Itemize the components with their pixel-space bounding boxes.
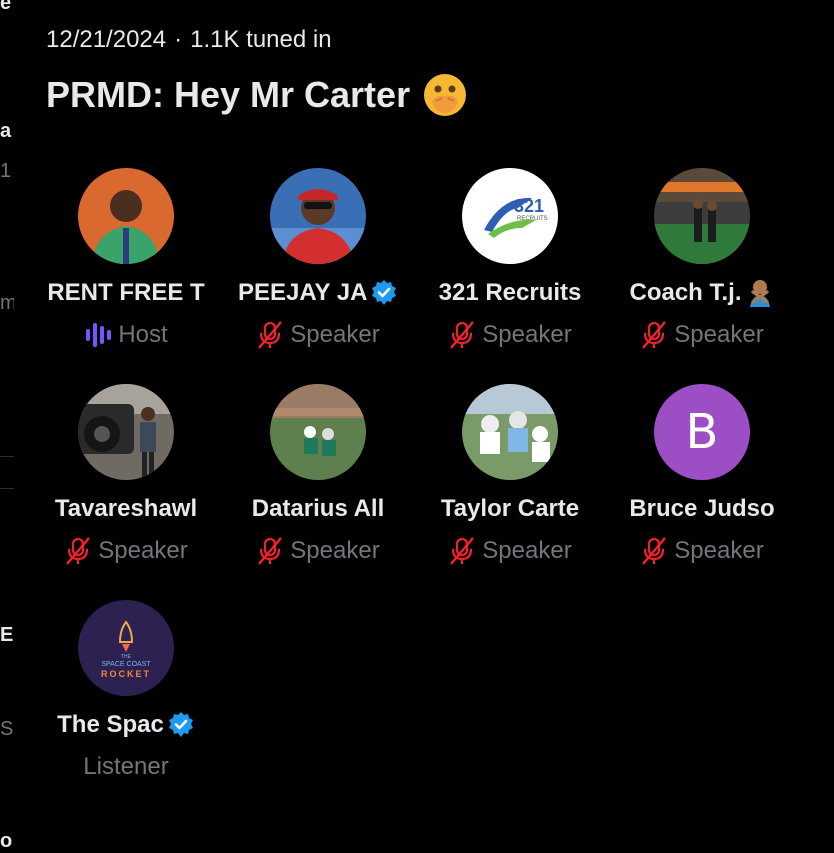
participant-role: Speaker (674, 537, 764, 564)
participant-role-row: Host (30, 318, 222, 352)
avatar[interactable] (654, 168, 750, 264)
participant-card[interactable]: Taylor Carte Speaker (414, 384, 606, 584)
participant-role-row: Speaker (222, 318, 414, 352)
participant-role: Host (118, 321, 168, 348)
participant-name-row: Tavareshawl (46, 492, 206, 526)
participant-role: Speaker (98, 537, 188, 564)
participant-card[interactable]: THE SPACE COAST ROCKET The Spac Listener (30, 600, 222, 800)
avatar[interactable] (270, 384, 366, 480)
meta-separator: · (174, 26, 183, 53)
svg-text:RECRUITS: RECRUITS (517, 216, 548, 222)
participant-card[interactable]: RENT FREE T Host (30, 168, 222, 368)
participant-card[interactable]: Coach T.j. Speaker (606, 168, 798, 368)
background-divider (0, 456, 14, 457)
avatar-initial: B (685, 404, 719, 460)
tuned-in-count: 1.1K tuned in (190, 26, 332, 53)
participant-role: Speaker (290, 321, 380, 348)
participant-name-row: RENT FREE T (46, 276, 206, 310)
right-edge (814, 0, 834, 850)
background-text-fragment: e (0, 0, 12, 14)
mic-muted-icon (64, 536, 92, 566)
space-title: PRMD: Hey Mr Carter (46, 72, 468, 118)
avatar[interactable] (78, 168, 174, 264)
avatar[interactable] (78, 384, 174, 480)
logo-text-top: THE (121, 654, 132, 660)
participant-role-row: Speaker (606, 534, 798, 568)
space-date: 12/21/2024 (46, 26, 167, 53)
participant-role-row: Listener (30, 750, 222, 784)
participant-name-row: Coach T.j. (622, 276, 782, 310)
participant-role: Speaker (482, 537, 572, 564)
participant-role-row: Speaker (606, 318, 798, 352)
participant-role-row: Speaker (414, 318, 606, 352)
background-text-fragment: S (0, 718, 14, 740)
participant-name: 321 Recruits (438, 279, 582, 306)
participant-name-row: The Spac (46, 708, 206, 742)
space-details-panel: 12/21/2024 · 1.1K tuned in PRMD: Hey Mr … (14, 0, 814, 850)
logo-text-bottom: ROCKET (101, 669, 151, 679)
participant-name: Coach T.j. (629, 279, 742, 306)
avatar[interactable]: THE SPACE COAST ROCKET (78, 600, 174, 696)
background-text-fragment: 1 (0, 160, 12, 182)
participant-role-row: Speaker (222, 534, 414, 568)
participant-name: Taylor Carte (440, 495, 580, 522)
participant-name: Tavareshawl (54, 495, 198, 522)
mic-muted-icon (256, 320, 284, 350)
background-divider (0, 488, 14, 489)
participant-name-row: PEEJAY JA (238, 276, 398, 310)
participant-role: Speaker (482, 321, 572, 348)
participant-role-row: Speaker (30, 534, 222, 568)
host-audio-bars-icon (84, 320, 112, 350)
participant-name: RENT FREE T (47, 279, 205, 306)
participant-card[interactable]: B Bruce Judso Speaker (606, 384, 798, 584)
participant-role: Speaker (290, 537, 380, 564)
participant-name-row: Datarius All (238, 492, 398, 526)
avatar[interactable]: B (654, 384, 750, 480)
avatar[interactable] (462, 384, 558, 480)
face-with-open-eyes-and-hand-over-mouth-emoji (422, 72, 468, 118)
background-text-fragment: a (0, 120, 12, 142)
participant-card[interactable]: PEEJAY JA Speaker (222, 168, 414, 368)
mic-muted-icon (256, 536, 284, 566)
person-gesturing-no-emoji (745, 278, 775, 308)
logo-text-middle: SPACE COAST (101, 661, 151, 668)
mic-muted-icon (448, 536, 476, 566)
avatar[interactable]: 321 RECRUITS (462, 168, 558, 264)
background-text-fragment: E (0, 624, 14, 646)
space-meta: 12/21/2024 · 1.1K tuned in (46, 26, 332, 54)
participant-name-row: 321 Recruits (430, 276, 590, 310)
participant-name: PEEJAY JA (238, 279, 367, 306)
participant-role-row: Speaker (414, 534, 606, 568)
mic-muted-icon (640, 536, 668, 566)
participant-name: Datarius All (251, 495, 385, 522)
participant-name-row: Bruce Judso (622, 492, 782, 526)
background-text-fragment: m (0, 292, 14, 314)
participant-role: Listener (83, 753, 169, 780)
participant-role: Speaker (674, 321, 764, 348)
svg-text:321: 321 (514, 196, 544, 216)
participant-card[interactable]: Tavareshawl Speaker (30, 384, 222, 584)
background-timeline: e a 1 m E S o (0, 0, 14, 852)
avatar[interactable] (270, 168, 366, 264)
participant-card[interactable]: 321 RECRUITS 321 Recruits Speaker (414, 168, 606, 368)
participant-name: Bruce Judso (629, 495, 775, 522)
participant-card[interactable]: Datarius All Speaker (222, 384, 414, 584)
verified-badge-icon (370, 279, 398, 307)
mic-muted-icon (448, 320, 476, 350)
mic-muted-icon (640, 320, 668, 350)
participant-name-row: Taylor Carte (430, 492, 590, 526)
verified-badge-icon (167, 711, 195, 739)
space-title-text: PRMD: Hey Mr Carter (46, 74, 411, 115)
participant-name: The Spac (57, 711, 164, 738)
